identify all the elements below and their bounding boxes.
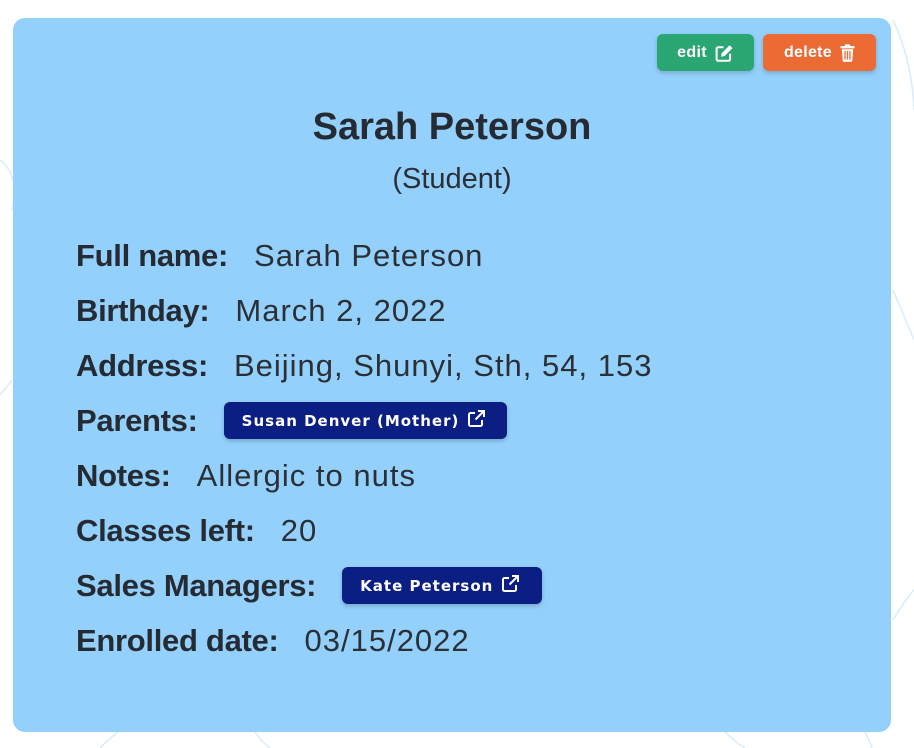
field-parents: Parents: Susan Denver (Mother) xyxy=(76,393,851,448)
student-name-title: Sarah Peterson xyxy=(312,106,592,148)
sales-managers-label: Sales Managers: xyxy=(76,567,317,603)
sales-manager-link[interactable]: Kate Peterson xyxy=(342,567,543,604)
delete-button-label: delete xyxy=(783,43,833,61)
full-name-value: Sarah Peterson xyxy=(254,237,484,273)
student-card: edit delete Sarah Peterson (Student) Ful… xyxy=(13,18,891,732)
field-birthday: Birthday: March 2, 2022 xyxy=(76,283,851,338)
field-enrolled-date: Enrolled date: 03/15/2022 xyxy=(76,613,851,668)
notes-value: Allergic to nuts xyxy=(196,457,416,493)
birthday-label: Birthday: xyxy=(76,292,210,328)
external-link-icon xyxy=(468,410,486,431)
student-details: Full name: Sarah Peterson Birthday: Marc… xyxy=(76,228,851,668)
edit-icon xyxy=(715,44,734,62)
classes-left-value: 20 xyxy=(280,512,318,548)
classes-left-label: Classes left: xyxy=(76,512,255,548)
parents-label: Parents: xyxy=(76,402,198,438)
field-notes: Notes: Allergic to nuts xyxy=(76,448,851,503)
field-address: Address: Beijing, Shunyi, Sth, 54, 153 xyxy=(76,338,851,393)
student-role: (Student) xyxy=(392,163,512,195)
enrolled-date-label: Enrolled date: xyxy=(76,622,279,658)
sales-manager-link-label: Kate Peterson xyxy=(360,576,494,595)
card-actions: edit delete xyxy=(657,34,876,71)
address-label: Address: xyxy=(76,347,208,383)
edit-button-label: edit xyxy=(677,43,707,61)
full-name-label: Full name: xyxy=(76,237,229,273)
external-link-icon xyxy=(502,575,520,596)
field-sales-managers: Sales Managers: Kate Peterson xyxy=(76,558,851,613)
trash-icon xyxy=(840,43,855,62)
parent-link-label: Susan Denver (Mother) xyxy=(241,411,460,430)
notes-label: Notes: xyxy=(76,457,171,493)
delete-button[interactable]: delete xyxy=(763,34,876,71)
birthday-value: March 2, 2022 xyxy=(235,292,447,328)
edit-button[interactable]: edit xyxy=(657,34,754,71)
enrolled-date-value: 03/15/2022 xyxy=(304,622,470,658)
field-full-name: Full name: Sarah Peterson xyxy=(76,228,851,283)
parent-link[interactable]: Susan Denver (Mother) xyxy=(223,402,507,439)
field-classes-left: Classes left: 20 xyxy=(76,503,851,558)
address-value: Beijing, Shunyi, Sth, 54, 153 xyxy=(233,347,653,383)
